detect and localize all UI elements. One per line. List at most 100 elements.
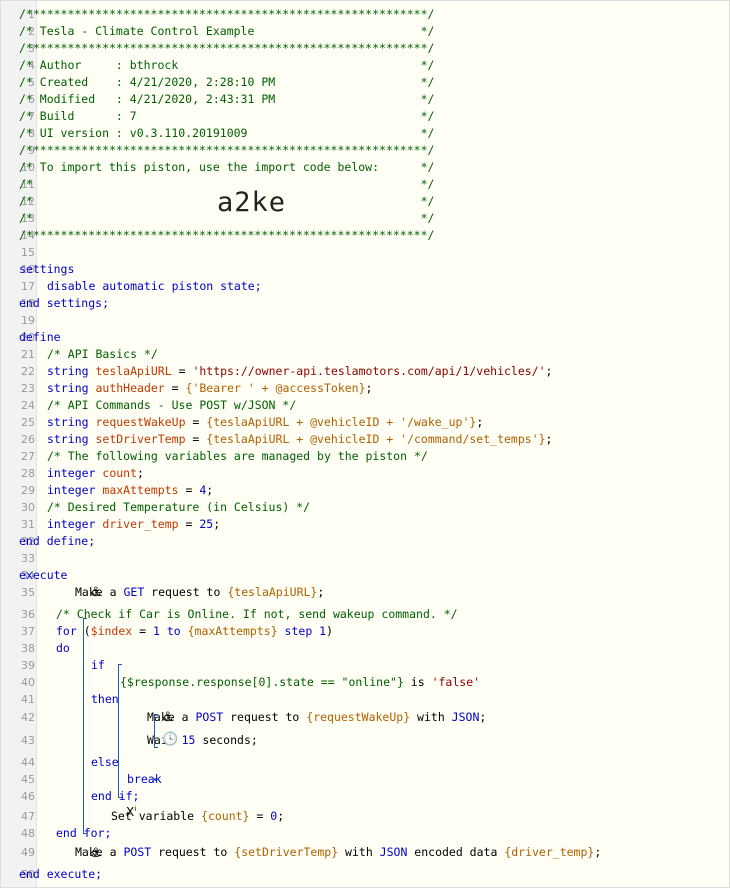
- code-token: 1: [152, 624, 160, 638]
- line-number: 30: [21, 501, 35, 514]
- code-token: {count}: [201, 809, 250, 823]
- for-block-bar: [83, 618, 84, 833]
- code-token: =: [185, 415, 207, 429]
- line-number: 36: [21, 608, 35, 621]
- line-number: 49: [21, 846, 35, 859]
- code-token: 15: [181, 733, 196, 747]
- code-token: 25: [199, 517, 214, 531]
- code-line: 47 Set variable {count} = 0;: [1, 809, 729, 825]
- line-number: 24: [21, 399, 35, 412]
- code-line: 1/**************************************…: [1, 7, 729, 23]
- code-token: string: [47, 415, 89, 429]
- code-token: ;: [277, 809, 285, 823]
- code-token: for: [56, 624, 77, 638]
- code-text: end execute;: [19, 867, 102, 881]
- code-token: request to: [223, 710, 307, 724]
- code-token: else: [91, 755, 119, 769]
- line-number: 28: [21, 467, 35, 480]
- code-line: 4/* Author : bthrock */: [1, 58, 729, 74]
- for-block-bar-top: [83, 618, 87, 619]
- code-text: Make a GET request to {teslaApiURL};: [75, 585, 324, 599]
- code-token: ;: [137, 466, 144, 480]
- code-text: /* UI version : v0.3.110.20191009 */: [19, 126, 434, 140]
- code-token: POST: [195, 710, 224, 724]
- code-token: ;: [594, 845, 602, 859]
- code-token: end if;: [91, 789, 140, 803]
- code-token: disable automatic piston state;: [47, 279, 262, 293]
- code-token: with: [338, 845, 380, 859]
- code-line: 37 for ($index = 1 to {maxAttempts} step …: [1, 624, 729, 640]
- line-number: 27: [21, 450, 35, 463]
- code-line: 6/* Modified : 4/21/2020, 2:43:31 PM */: [1, 92, 729, 108]
- code-line: 20 define: [1, 330, 729, 346]
- code-token: end define;: [19, 534, 96, 548]
- code-token: string: [47, 364, 89, 378]
- then-block-bar-bottom: [154, 747, 158, 748]
- code-token: request to: [151, 845, 235, 859]
- code-token: {driver_temp}: [504, 845, 595, 859]
- code-line: 46 end if;: [1, 789, 729, 805]
- code-token: teslaApiURL: [95, 364, 172, 378]
- code-text: end define;: [19, 534, 95, 548]
- code-text: string setDriverTemp = {teslaApiURL + @v…: [47, 432, 552, 446]
- line-number: 22: [21, 365, 35, 378]
- anchor-icon: ⚓: [90, 585, 102, 600]
- set-variable-icon: Xi: [126, 805, 137, 819]
- code-line: 36 /* Check if Car is Online. If not, sen…: [1, 607, 729, 623]
- code-line: 10/* To import this piston, use the impo…: [1, 160, 729, 176]
- line-number: 37: [21, 625, 35, 638]
- code-text: /* API Basics */: [47, 347, 158, 361]
- code-line: 15: [1, 245, 729, 261]
- line-number: 35: [21, 586, 35, 599]
- code-token: encoded data: [407, 845, 505, 859]
- code-text: /***************************************…: [19, 228, 434, 242]
- code-token: /* Build : 7 */: [19, 109, 435, 123]
- then-block-bar-top: [154, 714, 158, 715]
- line-number: 44: [21, 756, 35, 769]
- code-text: /* Modified : 4/21/2020, 2:43:31 PM */: [19, 92, 434, 106]
- line-number: 39: [21, 659, 35, 672]
- code-text: disable automatic piston state;: [47, 279, 262, 293]
- code-line: 14/*************************************…: [1, 228, 729, 244]
- code-token: =: [249, 809, 271, 823]
- code-line: 30 /* Desired Temperature (in Celsius) */: [1, 500, 729, 516]
- code-token: {teslaApiURL}: [227, 585, 318, 599]
- code-line: 45 break: [1, 772, 729, 788]
- code-line: 39 if: [1, 658, 729, 674]
- code-token: request to: [144, 585, 228, 599]
- line-number: 38: [21, 642, 35, 655]
- code-text: integer count;: [47, 466, 144, 480]
- clock-icon: 🕓: [162, 732, 179, 747]
- code-token: JSON: [379, 845, 408, 859]
- code-text: define: [19, 330, 61, 344]
- code-text: /* Desired Temperature (in Celsius) */: [47, 500, 310, 514]
- code-text: integer maxAttempts = 4;: [47, 483, 213, 497]
- code-line: 27 /* The following variables are managed…: [1, 449, 729, 465]
- code-token: requestWakeUp: [95, 415, 186, 429]
- code-token: integer: [47, 517, 96, 531]
- code-token: ;: [476, 415, 484, 429]
- code-line: 19: [1, 313, 729, 329]
- code-token: =: [185, 432, 207, 446]
- code-token: Set variable: [111, 809, 202, 823]
- code-token: ;: [365, 381, 373, 395]
- code-text: string authHeader = {'Bearer ' + @access…: [47, 381, 372, 395]
- code-token: /* To import this piston, use the import…: [19, 160, 435, 174]
- code-text: /* Check if Car is Online. If not, send …: [56, 607, 458, 621]
- code-token: {maxAttempts}: [187, 624, 278, 638]
- code-line: 35 Make a GET request to {teslaApiURL};: [1, 585, 729, 601]
- code-text: {$response.response[0].state == "online"…: [120, 675, 480, 689]
- code-token: do: [56, 641, 70, 655]
- code-token: end execute;: [19, 867, 103, 881]
- code-line: 49 Make a POST request to {setDriverTemp}…: [1, 845, 729, 861]
- code-token: =: [132, 624, 153, 638]
- code-text: /* Created : 4/21/2020, 2:28:10 PM */: [19, 75, 434, 89]
- code-text: do: [56, 641, 70, 655]
- code-token: authHeader: [95, 381, 165, 395]
- code-line: 21 /* API Basics */: [1, 347, 729, 363]
- code-line: 5/* Created : 4/21/2020, 2:28:10 PM */: [1, 75, 729, 91]
- code-token: ;: [479, 710, 487, 724]
- if-block-bar-top: [118, 664, 122, 665]
- if-block-bar: [118, 664, 119, 797]
- code-token: POST: [123, 845, 152, 859]
